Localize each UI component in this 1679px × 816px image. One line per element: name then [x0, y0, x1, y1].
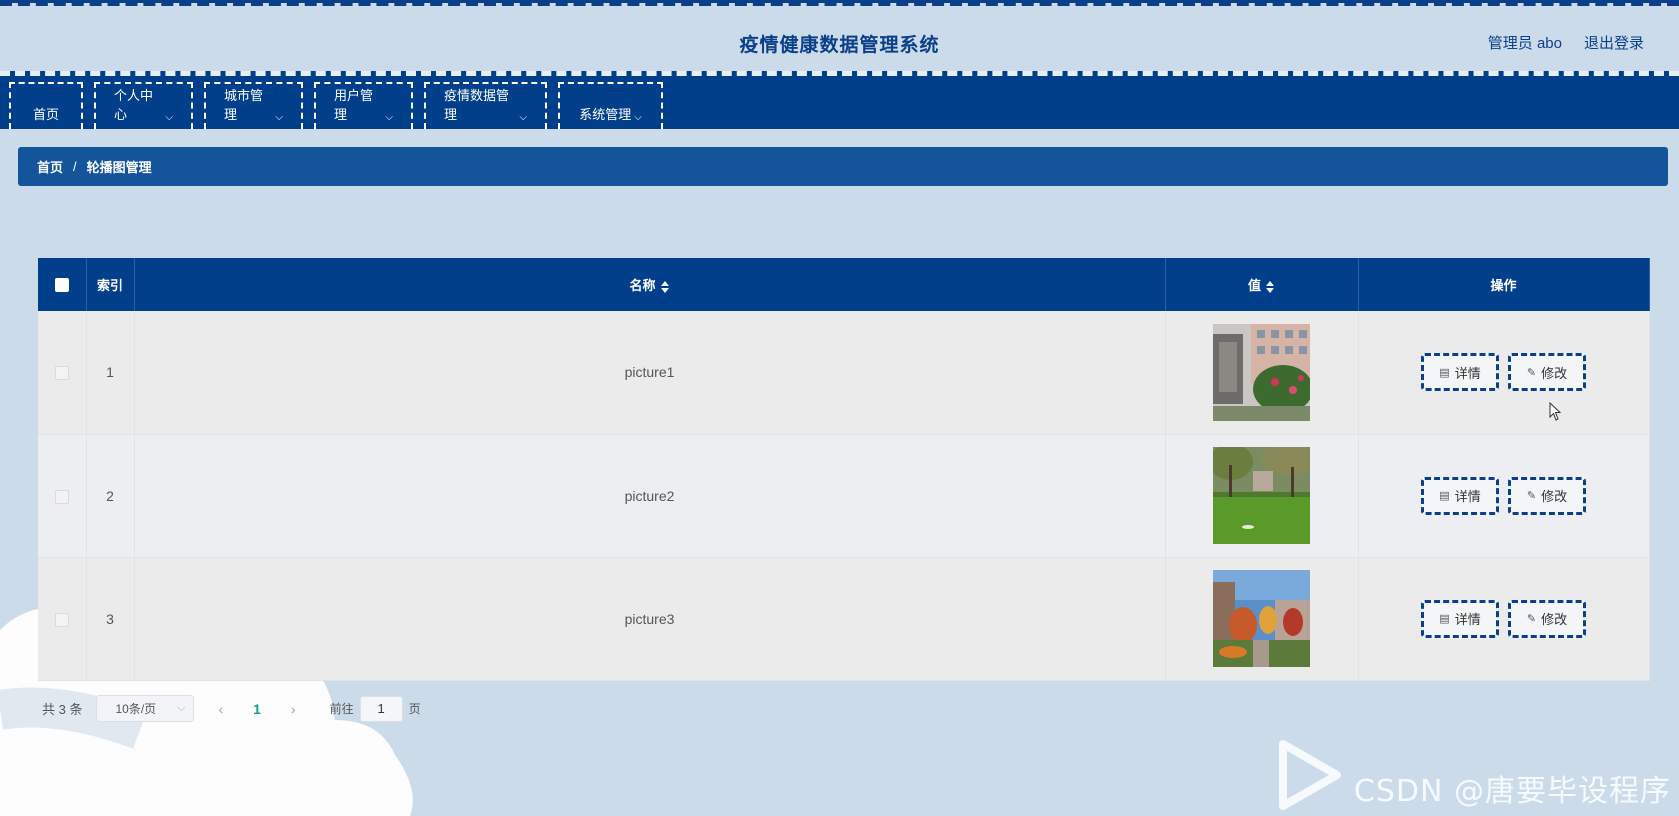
- nav-item-city-management[interactable]: 城市管理 ⌵: [204, 82, 303, 129]
- chevron-down-icon: ⌵: [177, 702, 186, 714]
- watermark: CSDN @唐要毕设程序: [1353, 774, 1671, 809]
- next-page-icon[interactable]: ›: [291, 701, 296, 717]
- nav-item-label: 疫情数据管理: [444, 88, 510, 122]
- row-index: 1: [86, 311, 135, 435]
- page-size-select[interactable]: 10条/页 ⌵: [96, 695, 195, 722]
- column-header-index: 索引: [86, 258, 135, 311]
- row-checkbox[interactable]: [54, 612, 69, 627]
- page-size-value: 10条/页: [115, 702, 157, 716]
- app-title: 疫情健康数据管理系统: [739, 35, 940, 56]
- row-checkbox[interactable]: [54, 489, 69, 504]
- column-header-label: 名称: [629, 278, 656, 293]
- column-header-label: 值: [1247, 278, 1261, 293]
- nav-item-home[interactable]: 首页: [9, 82, 83, 129]
- edit-button-label: 修改: [1541, 612, 1568, 627]
- chevron-down-icon: ⌵: [385, 112, 393, 123]
- column-header-actions: 操作: [1358, 258, 1650, 311]
- top-header: 疫情健康数据管理系统 管理员 abo 退出登录: [0, 0, 1679, 74]
- row-checkbox[interactable]: [54, 366, 69, 381]
- row-index: 3: [86, 557, 135, 681]
- row-index: 2: [86, 434, 135, 558]
- carousel-image-thumbnail[interactable]: [1213, 447, 1310, 544]
- breadcrumb-current: 轮播图管理: [86, 160, 152, 175]
- nav-item-label: 系统管理: [579, 107, 632, 122]
- table-row: 1 picture1 ▤ 详情 ✎ 修改: [38, 311, 1650, 435]
- nav-item-label: 用户管理: [334, 88, 374, 122]
- row-value-cell: [1165, 557, 1359, 681]
- edit-button[interactable]: ✎ 修改: [1508, 353, 1586, 392]
- nav-item-epidemic-data[interactable]: 疫情数据管理 ⌵: [424, 82, 547, 129]
- pencil-icon: ✎: [1526, 613, 1537, 625]
- edit-button-label: 修改: [1541, 365, 1568, 381]
- nav-item-system-management[interactable]: 系统管理 ⌵: [558, 82, 663, 129]
- breadcrumb-home[interactable]: 首页: [37, 157, 63, 176]
- table-row: 2 picture2 ▤ 详情 ✎ 修改: [38, 434, 1650, 558]
- main-nav: 首页 个人中心 ⌵ 城市管理 ⌵ 用户管理 ⌵ 疫情数据管理 ⌵ 系统管理 ⌵: [0, 71, 1679, 129]
- document-icon: ▤: [1439, 613, 1450, 625]
- detail-button-label: 详情: [1454, 489, 1481, 504]
- nav-item-label: 首页: [32, 107, 59, 122]
- breadcrumb: 首页 / 轮播图管理: [18, 147, 1668, 186]
- chevron-down-icon: ⌵: [519, 112, 527, 123]
- nav-item-label: 城市管理: [224, 88, 264, 122]
- detail-button-label: 详情: [1454, 612, 1481, 627]
- row-actions: ▤ 详情 ✎ 修改: [1358, 311, 1650, 435]
- nav-item-label: 个人中心: [114, 88, 154, 122]
- current-user[interactable]: 管理员 abo: [1488, 32, 1562, 53]
- chevron-down-icon: ⌵: [275, 112, 283, 123]
- detail-button[interactable]: ▤ 详情: [1421, 353, 1499, 392]
- sort-icon[interactable]: [660, 280, 670, 294]
- logout-link[interactable]: 退出登录: [1584, 32, 1644, 53]
- detail-button[interactable]: ▤ 详情: [1421, 599, 1499, 638]
- total-count: 共 3 条: [42, 702, 83, 717]
- pencil-icon: ✎: [1526, 366, 1537, 379]
- row-name: picture3: [134, 557, 1166, 681]
- nav-item-user-management[interactable]: 用户管理 ⌵: [314, 82, 413, 129]
- column-header-value[interactable]: 值: [1165, 258, 1359, 311]
- user-area: 管理员 abo 退出登录: [1488, 32, 1644, 53]
- table-header-row: 索引 名称 值 操作: [38, 258, 1650, 311]
- select-all-header: [38, 258, 87, 311]
- sort-icon[interactable]: [1265, 280, 1275, 294]
- row-name: picture1: [134, 311, 1166, 435]
- row-checkbox-cell: [38, 557, 87, 681]
- column-header-name[interactable]: 名称: [134, 258, 1166, 311]
- chevron-down-icon: ⌵: [165, 112, 173, 123]
- goto-page-input[interactable]: 1: [359, 695, 403, 722]
- row-actions: ▤ 详情 ✎ 修改: [1358, 557, 1650, 681]
- pagination: 共 3 条 10条/页 ⌵ ‹ 1 › 前往 1 页: [42, 695, 421, 722]
- goto-suffix: 页: [408, 702, 421, 716]
- row-value-cell: [1165, 311, 1359, 435]
- video-logo-icon: [1279, 740, 1341, 810]
- edit-button[interactable]: ✎ 修改: [1508, 476, 1586, 515]
- carousel-table: 索引 名称 值 操作 1 picture1 ▤ 详情 ✎ 修改 2 pictur…: [38, 258, 1650, 681]
- table-row: 3 picture3 ▤ 详情 ✎ 修改: [38, 557, 1650, 681]
- row-checkbox-cell: [38, 311, 87, 435]
- detail-button-label: 详情: [1454, 365, 1481, 381]
- detail-button[interactable]: ▤ 详情: [1421, 476, 1499, 515]
- goto-prefix: 前往: [329, 702, 354, 716]
- row-checkbox-cell: [38, 434, 87, 558]
- mouse-cursor-icon: [1549, 402, 1562, 421]
- breadcrumb-separator: /: [73, 159, 77, 174]
- chevron-down-icon: ⌵: [634, 112, 642, 123]
- row-name: picture2: [134, 434, 1166, 558]
- carousel-image-thumbnail[interactable]: [1213, 570, 1310, 667]
- row-actions: ▤ 详情 ✎ 修改: [1358, 434, 1650, 558]
- prev-page-icon[interactable]: ‹: [218, 701, 223, 717]
- page-number-current[interactable]: 1: [253, 701, 261, 717]
- document-icon: ▤: [1439, 490, 1450, 502]
- carousel-image-thumbnail[interactable]: [1213, 323, 1310, 421]
- pencil-icon: ✎: [1526, 490, 1537, 502]
- select-all-checkbox[interactable]: [54, 278, 69, 293]
- document-icon: ▤: [1439, 366, 1450, 379]
- edit-button[interactable]: ✎ 修改: [1508, 599, 1586, 638]
- row-value-cell: [1165, 434, 1359, 558]
- nav-item-personal-center[interactable]: 个人中心 ⌵: [94, 82, 193, 129]
- edit-button-label: 修改: [1541, 489, 1568, 504]
